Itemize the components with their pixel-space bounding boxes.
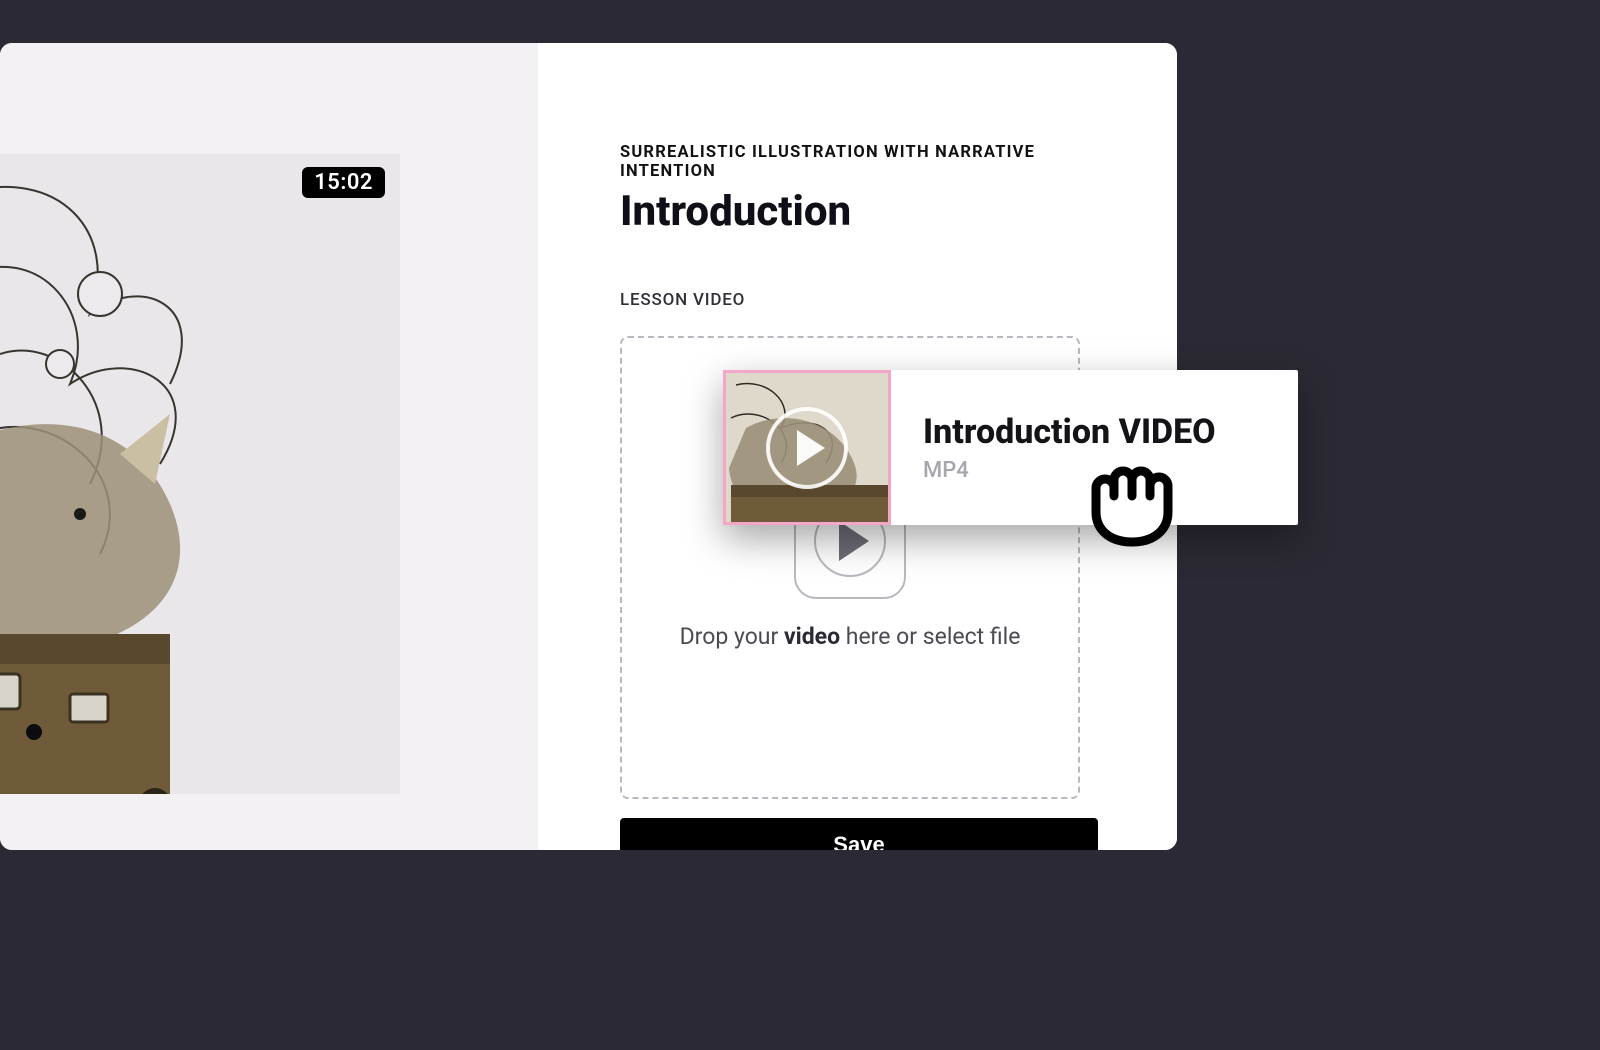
dragged-file-title: Introduction VIDEO bbox=[923, 412, 1216, 452]
video-preview-thumbnail[interactable]: 15:02 bbox=[0, 154, 400, 794]
video-duration-badge: 15:02 bbox=[302, 167, 385, 198]
dropzone-instruction: Drop your video here or select file bbox=[680, 621, 1021, 652]
illustration-image bbox=[0, 154, 400, 794]
section-label: LESSON VIDEO bbox=[620, 290, 1099, 310]
dragged-file-card[interactable]: Introduction VIDEO MP4 bbox=[723, 370, 1298, 525]
dragged-file-thumbnail bbox=[723, 370, 891, 525]
play-overlay-icon bbox=[726, 373, 888, 522]
lesson-title: Introduction bbox=[620, 187, 1099, 236]
save-button[interactable]: Save bbox=[620, 818, 1098, 850]
dragged-file-info: Introduction VIDEO MP4 bbox=[891, 412, 1216, 483]
dragged-file-format: MP4 bbox=[923, 458, 1216, 483]
course-name-label: SURREALISTIC ILLUSTRATION WITH NARRATIVE… bbox=[620, 143, 1099, 181]
preview-pane: 15:02 bbox=[0, 43, 538, 850]
